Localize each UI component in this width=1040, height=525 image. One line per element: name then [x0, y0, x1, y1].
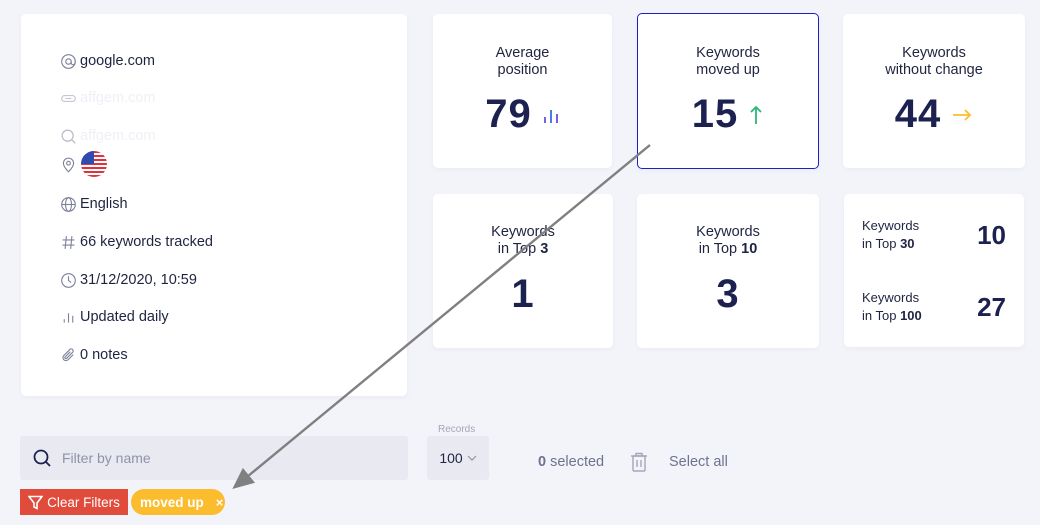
stat-average-position[interactable]: Average position 79 — [433, 14, 612, 168]
chevron-down-icon — [467, 455, 477, 461]
stat-label: Keywords in Top 100 — [862, 290, 922, 323]
info-search-engine: google.com — [59, 50, 155, 72]
at-icon — [59, 52, 77, 70]
last-update-text: 31/12/2020, 10:59 — [80, 272, 197, 288]
stat-label: Keywords in Top 10 — [637, 224, 819, 258]
stat-rank: 10 — [741, 241, 758, 257]
paperclip-icon — [59, 346, 77, 364]
stat-keywords-top-100[interactable]: Keywords in Top 100 27 — [862, 289, 1006, 325]
stat-keywords-top-30[interactable]: Keywords in Top 30 10 — [862, 217, 1006, 253]
stat-value: 3 — [716, 272, 740, 316]
records-label: Records — [438, 424, 476, 435]
info-url: affgem.com — [59, 87, 156, 109]
globe-icon — [59, 195, 77, 213]
records-value: 100 — [439, 450, 463, 466]
stat-label-line1: Keywords — [696, 45, 760, 61]
location-pin-icon — [59, 155, 77, 173]
stat-label: Average position — [433, 45, 612, 79]
stat-keywords-top-10[interactable]: Keywords in Top 10 3 — [637, 194, 819, 348]
frequency-text: Updated daily — [80, 309, 169, 325]
bar-chart-icon — [59, 308, 77, 326]
stat-label-line1: Keywords — [696, 224, 760, 240]
stat-value: 15 — [691, 92, 739, 136]
search-icon — [59, 127, 77, 145]
selected-count: 0 selected — [538, 454, 605, 470]
stat-label-line2: in Top 3 — [497, 241, 549, 257]
stat-keywords-top-3[interactable]: Keywords in Top 3 1 — [433, 194, 613, 348]
arrow-right-icon — [951, 107, 973, 123]
hash-icon — [59, 233, 77, 251]
close-icon[interactable]: × — [216, 495, 224, 510]
info-last-update: 31/12/2020, 10:59 — [59, 269, 197, 291]
clear-filters-label: Clear Filters — [47, 494, 120, 510]
info-notes[interactable]: 0 notes — [59, 344, 128, 366]
stat-value: 27 — [977, 291, 1006, 322]
trash-icon[interactable] — [629, 451, 649, 473]
clear-filters-button[interactable]: Clear Filters — [20, 489, 128, 515]
stat-label: Keywords in Top 3 — [433, 224, 613, 258]
stat-label-line1: Average — [495, 45, 550, 61]
keywords-tracked-text: 66 keywords tracked — [80, 234, 213, 250]
stat-label-line2: position — [497, 62, 548, 78]
stat-label: Keywords in Top 30 — [862, 218, 920, 251]
stat-value: 10 — [977, 219, 1006, 250]
stat-value: 1 — [511, 272, 535, 316]
stat-rank: 100 — [900, 308, 922, 323]
clock-icon — [59, 271, 77, 289]
active-filter-chip: moved up × — [131, 489, 225, 515]
stat-label-line1: Keywords — [491, 224, 555, 240]
chip-label: moved up — [140, 494, 204, 510]
stat-rank: 3 — [540, 241, 549, 257]
selected-count-number: 0 — [538, 454, 547, 470]
stat-value: 44 — [894, 92, 942, 136]
stat-label: Keywords without change — [843, 45, 1025, 79]
url-text: affgem.com — [80, 90, 156, 106]
project-info-panel: google.com affgem.com affgem.com English… — [21, 14, 407, 396]
records-per-page-select[interactable]: 100 — [427, 436, 489, 480]
info-language: English — [59, 193, 128, 215]
stat-label-line2: moved up — [696, 62, 760, 78]
filter-icon — [28, 495, 44, 510]
stat-label: Keywords moved up — [638, 45, 818, 79]
link-icon — [59, 89, 77, 107]
search-icon — [32, 448, 52, 468]
notes-text[interactable]: 0 notes — [80, 347, 128, 363]
search-engine-text: google.com — [80, 53, 155, 69]
stat-keywords-moved-up[interactable]: Keywords moved up 15 — [637, 13, 819, 169]
select-all-link[interactable]: Select all — [669, 454, 728, 470]
stat-rank: 30 — [900, 236, 915, 251]
bar-chart-icon — [542, 105, 560, 125]
filter-search-box[interactable] — [20, 436, 408, 480]
info-frequency: Updated daily — [59, 306, 169, 328]
stat-keywords-without-change[interactable]: Keywords without change 44 — [843, 14, 1025, 168]
info-location — [59, 151, 107, 177]
info-search-query: affgem.com — [59, 125, 156, 147]
language-text: English — [80, 196, 128, 212]
stat-label-line2: without change — [885, 62, 983, 78]
search-query-text: affgem.com — [80, 128, 156, 144]
us-flag-icon — [81, 151, 107, 177]
stat-value: 79 — [485, 92, 532, 136]
info-keywords-tracked: 66 keywords tracked — [59, 231, 213, 253]
stat-label-line1: Keywords — [902, 45, 966, 61]
stat-label-line2: in Top 10 — [698, 241, 758, 257]
stat-keywords-top-30-100: Keywords in Top 30 10 Keywords in Top 10… — [844, 194, 1024, 347]
filter-by-name-input[interactable] — [62, 450, 382, 466]
arrow-up-icon — [748, 104, 764, 126]
